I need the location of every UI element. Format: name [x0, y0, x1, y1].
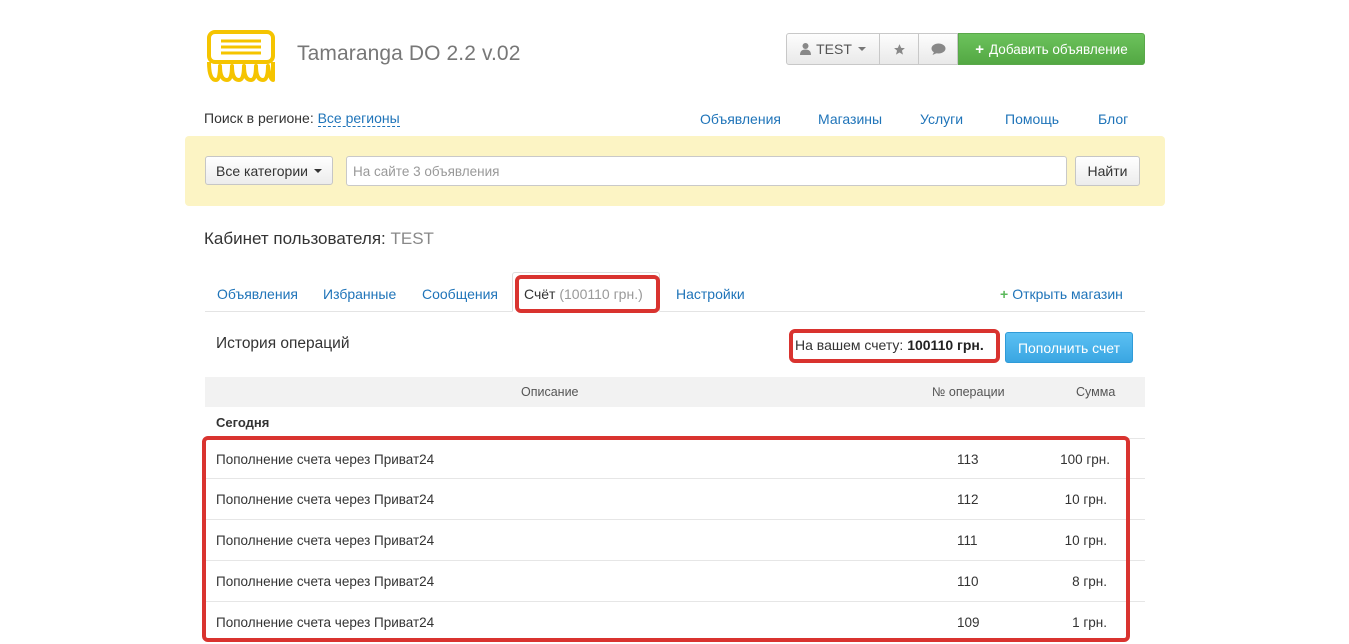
table-row: Пополнение счета через Приват24 111 10 г…	[205, 519, 1145, 559]
add-listing-button[interactable]: + Добавить объявление	[958, 33, 1145, 65]
row-sum: 100 грн.	[1060, 452, 1110, 467]
page-title: Кабинет пользователя: TEST	[204, 229, 434, 249]
messages-button[interactable]	[919, 33, 958, 65]
user-menu-label: TEST	[816, 41, 852, 57]
page-title-text: Кабинет пользователя:	[204, 229, 386, 248]
nav-help[interactable]: Помощь	[1005, 111, 1059, 127]
search-button[interactable]: Найти	[1075, 156, 1140, 186]
history-title: История операций	[216, 335, 350, 352]
region-prefix: Поиск в регионе:	[204, 110, 314, 126]
plus-icon: +	[975, 40, 985, 58]
favorites-button[interactable]	[880, 33, 919, 65]
open-shop-link[interactable]: + Открыть магазин	[1000, 286, 1123, 302]
nav-shops[interactable]: Магазины	[818, 111, 882, 127]
tab-favorites[interactable]: Избранные	[323, 286, 396, 302]
category-dropdown-label: Все категории	[216, 162, 308, 179]
tab-account-text: Счёт	[524, 286, 556, 302]
chat-bubble-icon	[931, 43, 945, 55]
search-input[interactable]	[346, 156, 1067, 186]
balance-value: 100110 грн.	[907, 337, 984, 353]
row-description: Пополнение счета через Приват24	[216, 574, 435, 589]
site-logo[interactable]	[206, 30, 276, 84]
row-description: Пополнение счета через Приват24	[216, 615, 435, 630]
user-menu-button[interactable]: TEST	[786, 33, 880, 65]
table-row: Пополнение счета через Приват24 113 100 …	[205, 438, 1145, 478]
chevron-down-icon	[313, 168, 322, 173]
region-link[interactable]: Все регионы	[317, 110, 400, 127]
user-icon	[800, 43, 812, 55]
tab-listings[interactable]: Объявления	[217, 286, 298, 302]
row-sum: 10 грн.	[1064, 492, 1107, 507]
site-title[interactable]: Tamaranga DO 2.2 v.02	[297, 42, 521, 66]
tab-account-label: Счёт (100110 грн.)	[524, 286, 643, 302]
open-shop-label: Открыть магазин	[1012, 286, 1123, 302]
row-description: Пополнение счета через Приват24	[216, 492, 435, 507]
column-header-sum: Сумма	[1076, 385, 1116, 399]
plus-icon: +	[1000, 286, 1009, 302]
tab-account-amount: (100110 грн.)	[559, 286, 643, 302]
add-listing-label: Добавить объявление	[989, 41, 1128, 57]
column-header-operation: № операции	[932, 385, 1005, 399]
table-row: Пополнение счета через Приват24 109 1 гр…	[205, 601, 1145, 641]
row-operation-number: 113	[957, 452, 979, 467]
balance-display: На вашем счету: 100110 грн.	[795, 337, 984, 353]
row-sum: 10 грн.	[1064, 533, 1107, 548]
row-operation-number: 109	[957, 615, 980, 630]
nav-blog[interactable]: Блог	[1098, 111, 1128, 127]
nav-services[interactable]: Услуги	[920, 111, 963, 127]
topup-button[interactable]: Пополнить счет	[1005, 332, 1133, 363]
chevron-down-icon	[857, 47, 866, 51]
row-operation-number: 110	[957, 574, 979, 589]
nav-listings[interactable]: Объявления	[700, 111, 781, 127]
region-selector: Поиск в регионе: Все регионы	[204, 110, 400, 127]
column-header-description: Описание	[521, 385, 579, 399]
tabs-divider	[205, 311, 1145, 312]
row-sum: 8 грн.	[1072, 574, 1107, 589]
page-title-username: TEST	[390, 229, 434, 248]
row-description: Пополнение счета через Приват24	[216, 452, 435, 467]
table-row: Пополнение счета через Приват24 110 8 гр…	[205, 560, 1145, 600]
balance-prefix: На вашем счету:	[795, 337, 904, 353]
header-actions: TEST + Добавить объявление	[786, 33, 1145, 65]
group-label-today: Сегодня	[216, 415, 270, 430]
row-sum: 1 грн.	[1072, 615, 1107, 630]
tab-messages[interactable]: Сообщения	[422, 286, 498, 302]
row-operation-number: 112	[957, 492, 979, 507]
row-operation-number: 111	[957, 533, 978, 548]
table-row: Пополнение счета через Приват24 112 10 г…	[205, 478, 1145, 518]
category-dropdown[interactable]: Все категории	[205, 156, 333, 185]
tab-settings[interactable]: Настройки	[676, 286, 745, 302]
star-icon	[893, 43, 905, 55]
row-description: Пополнение счета через Приват24	[216, 533, 435, 548]
